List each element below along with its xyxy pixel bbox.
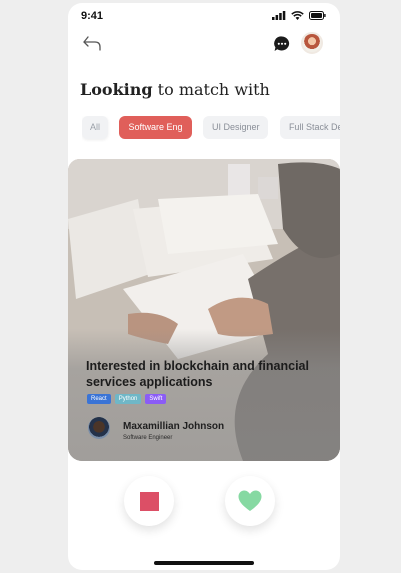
system-icons bbox=[272, 11, 326, 20]
back-icon[interactable] bbox=[82, 33, 106, 55]
top-bar bbox=[68, 31, 340, 61]
filter-chip-all[interactable]: All bbox=[82, 116, 109, 139]
person-role: Software Engineer bbox=[123, 435, 173, 441]
chat-icon[interactable] bbox=[273, 35, 291, 53]
match-card[interactable]: Interested in blockchain and financial s… bbox=[68, 159, 340, 461]
status-bar: 9:41 bbox=[68, 3, 340, 29]
tag-swift: Swift bbox=[145, 394, 167, 404]
filter-chips: All Software Eng UI Designer Full Stack … bbox=[82, 116, 340, 142]
user-avatar[interactable] bbox=[301, 32, 323, 54]
tag-python: Python bbox=[114, 394, 142, 404]
wifi-icon bbox=[291, 11, 304, 20]
person-name: Maxamillian Johnson bbox=[123, 421, 225, 432]
like-button[interactable] bbox=[225, 476, 275, 526]
signal-icon bbox=[272, 11, 286, 20]
stop-icon bbox=[140, 492, 159, 511]
reject-button[interactable] bbox=[124, 476, 174, 526]
heading-bold: Looking bbox=[80, 80, 153, 99]
home-indicator bbox=[154, 561, 254, 565]
phone-screen: 9:41 Looking to match with All Software … bbox=[68, 3, 340, 570]
person-avatar bbox=[88, 417, 110, 439]
heart-icon bbox=[238, 490, 262, 511]
battery-icon bbox=[309, 11, 326, 20]
page-heading: Looking to match with bbox=[80, 80, 270, 99]
card-title: Interested in blockchain and financial s… bbox=[86, 359, 309, 389]
tag-react: React bbox=[87, 394, 111, 404]
filter-chip-full-stack[interactable]: Full Stack Developer bbox=[279, 116, 340, 139]
filter-chip-ui-designer[interactable]: UI Designer bbox=[202, 116, 269, 139]
filter-chip-software-eng[interactable]: Software Eng bbox=[119, 116, 192, 139]
heading-rest: to match with bbox=[157, 80, 270, 99]
status-time: 9:41 bbox=[81, 10, 104, 22]
skill-tags: React Python Swift bbox=[87, 394, 167, 404]
